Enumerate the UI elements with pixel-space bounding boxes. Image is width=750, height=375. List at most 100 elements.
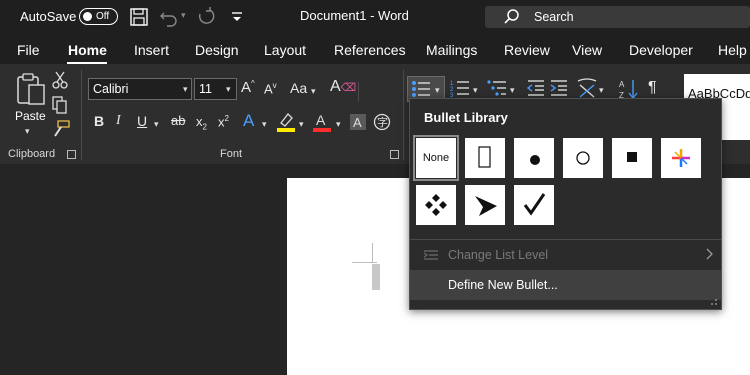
bullet-filled-circle-tile[interactable] [514, 138, 554, 178]
decrease-indent-icon[interactable] [527, 79, 545, 97]
submenu-chevron-icon [706, 248, 713, 260]
font-group-label: Font [220, 148, 243, 160]
highlight-chevron-icon[interactable]: ▾ [299, 119, 304, 130]
clipboard-dialog-launcher-icon[interactable] [67, 150, 76, 159]
search-placeholder: Search [534, 10, 574, 24]
four-diamond-bullet-icon [425, 194, 447, 216]
asian-layout-chevron-icon[interactable]: ▾ [599, 85, 604, 96]
tab-references[interactable]: References [334, 42, 406, 58]
bullet-checkmark-tile[interactable] [514, 185, 554, 225]
tab-file[interactable]: File [17, 42, 40, 58]
tab-mailings[interactable]: Mailings [426, 42, 477, 58]
change-list-level-label: Change List Level [448, 248, 549, 262]
subscript-icon[interactable]: x2 [196, 114, 207, 132]
save-icon[interactable] [128, 6, 150, 28]
paste-icon[interactable] [15, 72, 47, 106]
tab-home[interactable]: Home [68, 42, 107, 58]
define-new-bullet-label: Define New Bullet... [448, 278, 558, 292]
tab-insert[interactable]: Insert [134, 42, 169, 58]
redo-icon[interactable] [195, 6, 217, 28]
highlight-icon[interactable] [276, 111, 296, 133]
bullet-arrowhead-tile[interactable] [465, 185, 505, 225]
change-list-level-item: Change List Level [410, 240, 721, 270]
font-separator [358, 82, 359, 102]
multilevel-list-icon[interactable] [487, 79, 507, 97]
asian-layout-icon[interactable] [576, 77, 598, 99]
strikethrough-icon[interactable]: ab [171, 113, 185, 128]
tab-layout[interactable]: Layout [264, 42, 306, 58]
font-size-chevron-icon: ▾ [226, 84, 231, 94]
resize-grip-icon[interactable] [710, 298, 718, 306]
font-color-icon[interactable]: A [312, 111, 332, 133]
svg-text:A: A [353, 115, 362, 130]
clipboard-group-label: Clipboard [8, 148, 56, 160]
hollow-circle-bullet-icon [576, 151, 590, 165]
format-painter-icon[interactable] [52, 120, 70, 138]
define-new-bullet-item[interactable]: Define New Bullet... [410, 270, 721, 300]
svg-text:A: A [619, 80, 625, 89]
text-effects-icon[interactable]: A [243, 111, 254, 131]
underline-icon[interactable]: U [137, 113, 147, 129]
bullets-chevron-icon: ▾ [435, 85, 440, 95]
sort-icon[interactable]: A Z [618, 78, 638, 100]
bullet-multicolor-star-tile[interactable] [661, 138, 701, 178]
change-case-button[interactable]: Aa [290, 80, 307, 96]
underline-chevron-icon[interactable]: ▾ [154, 119, 159, 130]
arrowhead-bullet-icon [475, 196, 497, 216]
tab-design[interactable]: Design [195, 42, 239, 58]
show-formatting-marks-icon[interactable]: ¶ [648, 79, 657, 97]
checkmark-bullet-icon [523, 193, 546, 216]
clear-formatting-icon[interactable]: A⌫ [330, 78, 356, 96]
customize-quick-access-icon[interactable] [226, 6, 248, 28]
change-case-chevron-icon[interactable]: ▾ [311, 86, 316, 97]
text-effects-chevron-icon[interactable]: ▾ [262, 119, 267, 130]
toggle-knob [83, 11, 92, 21]
font-name-value: Calibri [93, 82, 129, 96]
group-separator [81, 70, 82, 160]
superscript-icon[interactable]: x2 [218, 114, 229, 129]
font-color-chevron-icon[interactable]: ▾ [336, 119, 341, 130]
bullet-library-title: Bullet Library [424, 110, 508, 125]
search-box[interactable]: Search [485, 6, 750, 28]
bullet-none-label: None [422, 152, 450, 164]
font-dialog-launcher-icon[interactable] [390, 150, 399, 159]
svg-text:字: 字 [377, 115, 388, 129]
paste-button-label[interactable]: Paste [15, 109, 46, 123]
shrink-font-icon[interactable]: Av [264, 81, 277, 96]
copy-icon[interactable] [52, 96, 68, 114]
tab-developer[interactable]: Developer [629, 42, 693, 58]
bullet-four-diamond-tile[interactable] [416, 185, 456, 225]
tab-view[interactable]: View [572, 42, 602, 58]
numbering-chevron-icon[interactable]: ▾ [473, 85, 478, 96]
multilevel-list-chevron-icon[interactable]: ▾ [510, 85, 515, 96]
undo-dropdown-chevron-icon[interactable]: ▾ [181, 10, 186, 21]
tab-help[interactable]: Help [718, 42, 747, 58]
bullet-filled-square-tile[interactable] [612, 138, 652, 178]
autosave-state: Off [96, 10, 110, 22]
group-separator [403, 70, 404, 160]
bold-icon[interactable]: B [94, 113, 104, 129]
enclose-characters-icon[interactable]: 字 [373, 113, 391, 131]
text-cursor [372, 264, 380, 290]
title-bar: AutoSave Off ▾ Document1 - Word Search [0, 0, 750, 34]
filled-square-bullet-icon [627, 152, 637, 162]
margin-corner-mark [372, 243, 373, 263]
numbering-icon[interactable]: 1 2 3 [450, 79, 470, 97]
bullet-hollow-square-tile[interactable] [465, 138, 505, 178]
grow-font-icon[interactable]: A^ [241, 79, 255, 96]
character-shading-icon[interactable]: A [349, 113, 367, 131]
cut-icon[interactable] [52, 71, 68, 89]
font-size-combo[interactable]: 11 ▾ [194, 78, 237, 100]
tab-review[interactable]: Review [504, 42, 550, 58]
paste-dropdown-chevron-icon[interactable]: ▾ [25, 126, 30, 137]
undo-icon[interactable] [158, 6, 180, 28]
font-name-combo[interactable]: Calibri ▾ [88, 78, 192, 100]
increase-indent-icon[interactable] [550, 79, 568, 97]
bullet-none-tile[interactable]: None [413, 135, 459, 181]
italic-icon[interactable]: I [116, 113, 121, 129]
font-size-value: 11 [199, 82, 212, 96]
bullet-library-dropdown: Bullet Library None Change List Level De… [409, 98, 722, 310]
autosave-toggle[interactable]: Off [79, 8, 118, 25]
bullet-hollow-circle-tile[interactable] [563, 138, 603, 178]
svg-text:3: 3 [450, 93, 454, 97]
